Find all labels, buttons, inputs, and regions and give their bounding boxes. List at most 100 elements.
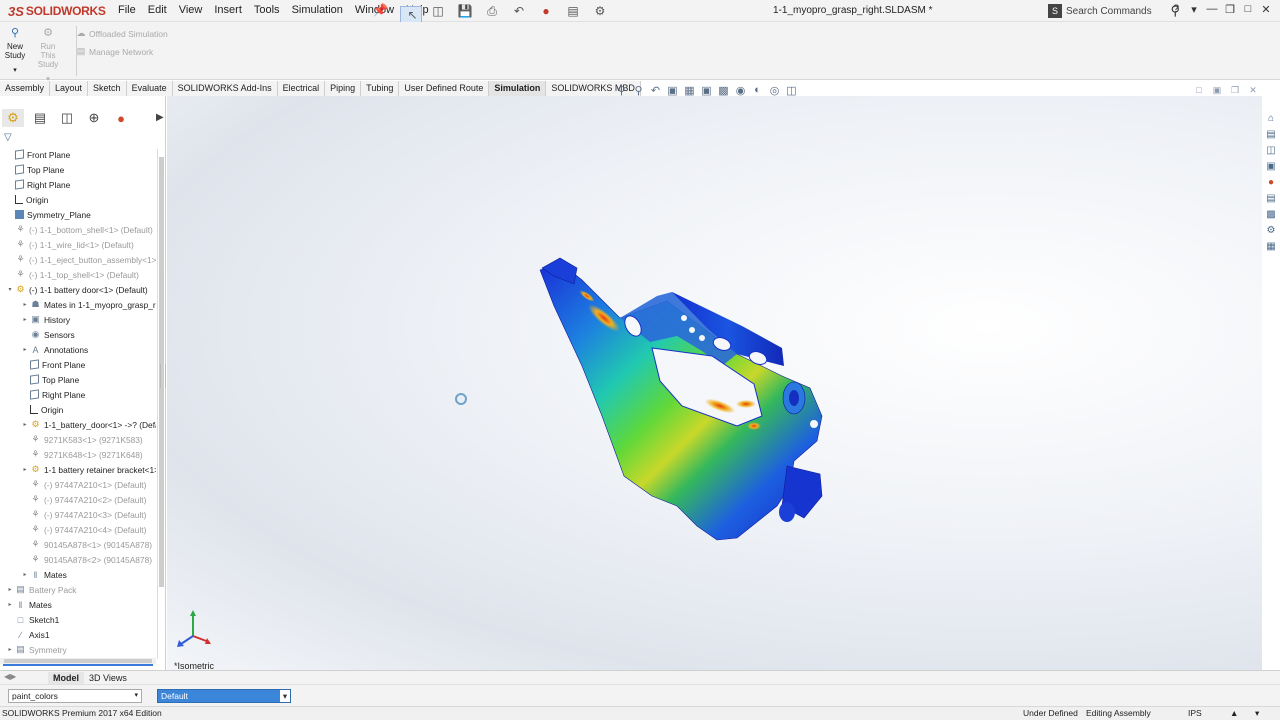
tree-item[interactable]: ⚘ (-) 97447A210<1> (Default) bbox=[20, 477, 146, 492]
tree-item[interactable]: Right Plane bbox=[5, 177, 70, 192]
tree-item[interactable]: ▸ ‖ Mates bbox=[5, 597, 51, 612]
customize-icon[interactable]: ▲ bbox=[1230, 707, 1238, 720]
tab-model[interactable]: Model bbox=[48, 672, 84, 684]
menu-edit[interactable]: Edit bbox=[148, 4, 167, 16]
tree-item[interactable]: Symmetry_Plane bbox=[5, 207, 91, 222]
toolbox-icon[interactable]: ▦ bbox=[1264, 240, 1278, 254]
menu-view[interactable]: View bbox=[179, 4, 203, 16]
tree-item[interactable]: ▾ ⚙ (-) 1-1 battery door<1> (Default) bbox=[5, 282, 147, 297]
tree-item[interactable]: ⚘ 9271K648<1> (9271K648) bbox=[20, 447, 142, 462]
featuremanager-tab-icon[interactable]: ⚙ bbox=[2, 109, 24, 127]
tree-item[interactable]: ∕ Axis1 bbox=[5, 627, 50, 642]
tab-tubing[interactable]: Tubing bbox=[361, 81, 400, 96]
expand-right-icon[interactable]: ▸ bbox=[5, 601, 15, 608]
tab-navigation-arrows-icon[interactable]: ◀▶ bbox=[4, 672, 16, 681]
editing-mode[interactable]: Editing Assembly bbox=[1086, 707, 1151, 720]
appearance-select[interactable]: paint_colors ▾ bbox=[8, 689, 142, 703]
new-study-button[interactable]: ⚲ New Study ▾ bbox=[0, 27, 30, 75]
save-icon[interactable]: 💾 bbox=[454, 2, 476, 20]
expand-right-icon[interactable]: ▸ bbox=[5, 586, 15, 593]
tree-item[interactable]: ▸ A Annotations bbox=[20, 342, 88, 357]
file-explorer-icon[interactable]: ▣ bbox=[1264, 160, 1278, 174]
tree-item[interactable]: Front Plane bbox=[20, 357, 85, 372]
tree-item[interactable]: ▸ ▣ History bbox=[20, 312, 70, 327]
solidworks-forum-icon[interactable]: ⚙ bbox=[1264, 224, 1278, 238]
tree-item[interactable]: ⚘ 90145A878<2> (90145A878) bbox=[20, 552, 152, 567]
run-study-button[interactable]: ⚙ Run This Study ▾ bbox=[33, 27, 63, 84]
rebuild-icon[interactable]: ● bbox=[535, 2, 557, 20]
expand-down-icon[interactable]: ▾ bbox=[5, 286, 15, 293]
tab-sketch[interactable]: Sketch bbox=[88, 81, 127, 96]
tab-user-defined-route[interactable]: User Defined Route bbox=[399, 81, 490, 96]
tree-item[interactable]: ⚘ (-) 1-1_wire_lid<1> (Default) bbox=[5, 237, 133, 252]
tab-3d-views[interactable]: 3D Views bbox=[84, 672, 132, 684]
file-properties-icon[interactable]: ▤ bbox=[562, 2, 584, 20]
tree-item[interactable]: ⚘ 9271K583<1> (9271K583) bbox=[20, 432, 142, 447]
offloaded-simulation-button[interactable]: ☁ Offloaded Simulation bbox=[75, 28, 168, 39]
tree-item[interactable]: ▸ ▤ Battery Pack bbox=[5, 582, 76, 597]
chevron-down-icon[interactable]: ▾ bbox=[134, 690, 138, 702]
scrollbar-thumb[interactable] bbox=[4, 659, 152, 663]
help-dropdown-icon[interactable]: ▾ bbox=[1186, 3, 1202, 16]
help-icon[interactable]: ? bbox=[1168, 3, 1184, 16]
tree-item[interactable]: ▸ ‖ Mates bbox=[20, 567, 66, 582]
print-icon[interactable]: ⎙ bbox=[481, 2, 503, 20]
pin-icon[interactable]: 📌 bbox=[373, 3, 388, 17]
tab-assembly[interactable]: Assembly bbox=[0, 81, 51, 96]
menu-insert[interactable]: Insert bbox=[214, 4, 242, 16]
chevron-down-icon[interactable]: ▾ bbox=[0, 66, 30, 75]
home-icon[interactable]: ⌂ bbox=[1264, 112, 1278, 126]
tree-item[interactable]: ⚘ (-) 97447A210<2> (Default) bbox=[20, 492, 146, 507]
tab-simulation[interactable]: Simulation bbox=[489, 81, 547, 96]
tree-vertical-scrollbar[interactable] bbox=[157, 149, 164, 659]
menu-tools[interactable]: Tools bbox=[254, 4, 280, 16]
appearances-icon[interactable]: ● bbox=[1264, 176, 1278, 190]
menu-simulation[interactable]: Simulation bbox=[292, 4, 343, 16]
tab-evaluate[interactable]: Evaluate bbox=[126, 81, 173, 96]
viewport-maximize-icon[interactable]: ❐ bbox=[1226, 85, 1244, 96]
tree-item[interactable]: ⚘ (-) 1-1_bottom_shell<1> (Default) bbox=[5, 222, 152, 237]
expand-right-icon[interactable]: ▸ bbox=[20, 346, 30, 353]
tree-item[interactable]: ⚘ (-) 1-1_top_shell<1> (Default) bbox=[5, 267, 138, 282]
tab-piping[interactable]: Piping bbox=[325, 81, 362, 96]
stress-plot-model[interactable] bbox=[532, 256, 872, 556]
configurationmanager-tab-icon[interactable]: ◫ bbox=[56, 109, 78, 127]
custom-properties-icon[interactable]: ▤ bbox=[1264, 192, 1278, 206]
tree-item[interactable]: ⚘ (-) 97447A210<3> (Default) bbox=[20, 507, 146, 522]
dimxpert-tab-icon[interactable]: ⊕ bbox=[83, 109, 105, 127]
chevron-right-icon[interactable]: ▶ bbox=[156, 112, 164, 123]
tab-solidworks-add-ins[interactable]: SOLIDWORKS Add-Ins bbox=[172, 81, 278, 96]
restore-icon[interactable]: ❐ bbox=[1222, 3, 1238, 16]
options-gear-icon[interactable]: ⚙ bbox=[589, 2, 611, 20]
expand-right-icon[interactable]: ▸ bbox=[5, 646, 15, 653]
expand-right-icon[interactable]: ▸ bbox=[20, 466, 30, 473]
tree-item[interactable]: ⚘ 90145A878<1> (90145A878) bbox=[20, 537, 152, 552]
status-chevron-icon[interactable]: ▾ bbox=[1255, 707, 1259, 720]
menu-file[interactable]: File bbox=[118, 4, 136, 16]
tab-layout[interactable]: Layout bbox=[50, 81, 89, 96]
expand-right-icon[interactable]: ▸ bbox=[20, 316, 30, 323]
expand-right-icon[interactable]: ▸ bbox=[20, 421, 30, 428]
search-input[interactable]: Search Commands bbox=[1066, 6, 1152, 17]
tree-item[interactable]: ▸ ▤ Symmetry bbox=[5, 642, 66, 657]
expand-right-icon[interactable]: ▸ bbox=[20, 571, 30, 578]
maximize-icon[interactable]: □ bbox=[1240, 3, 1256, 16]
tree-item[interactable]: ⚘ (-) 97447A210<4> (Default) bbox=[20, 522, 146, 537]
panel-splitter-handle[interactable] bbox=[160, 364, 166, 388]
unit-system[interactable]: IPS bbox=[1188, 707, 1202, 720]
search-commands[interactable]: S Search Commands ⚲ bbox=[1048, 2, 1184, 20]
tree-item[interactable]: Right Plane bbox=[20, 387, 85, 402]
tree-item[interactable]: Origin bbox=[5, 192, 48, 207]
tree-item[interactable]: Front Plane bbox=[5, 147, 70, 162]
manage-network-button[interactable]: ▤ Manage Network bbox=[75, 46, 154, 57]
tree-item[interactable]: ▸ ☗ Mates in 1-1_myopro_grasp_rig bbox=[20, 297, 156, 312]
tree-item[interactable]: Top Plane bbox=[5, 162, 64, 177]
tree-item[interactable]: Top Plane bbox=[20, 372, 79, 387]
viewport-tile-icon[interactable]: ▣ bbox=[1208, 85, 1226, 96]
minimize-icon[interactable]: — bbox=[1204, 3, 1220, 16]
expand-right-icon[interactable]: ▸ bbox=[20, 301, 30, 308]
displaymanager-tab-icon[interactable]: ● bbox=[110, 109, 132, 127]
filter-icon[interactable]: ▽ bbox=[4, 132, 12, 143]
view-palette-icon[interactable]: ▩ bbox=[1264, 208, 1278, 222]
tree-item[interactable]: ▸ ⚙ 1-1_battery_door<1> ->? (Defa bbox=[20, 417, 156, 432]
